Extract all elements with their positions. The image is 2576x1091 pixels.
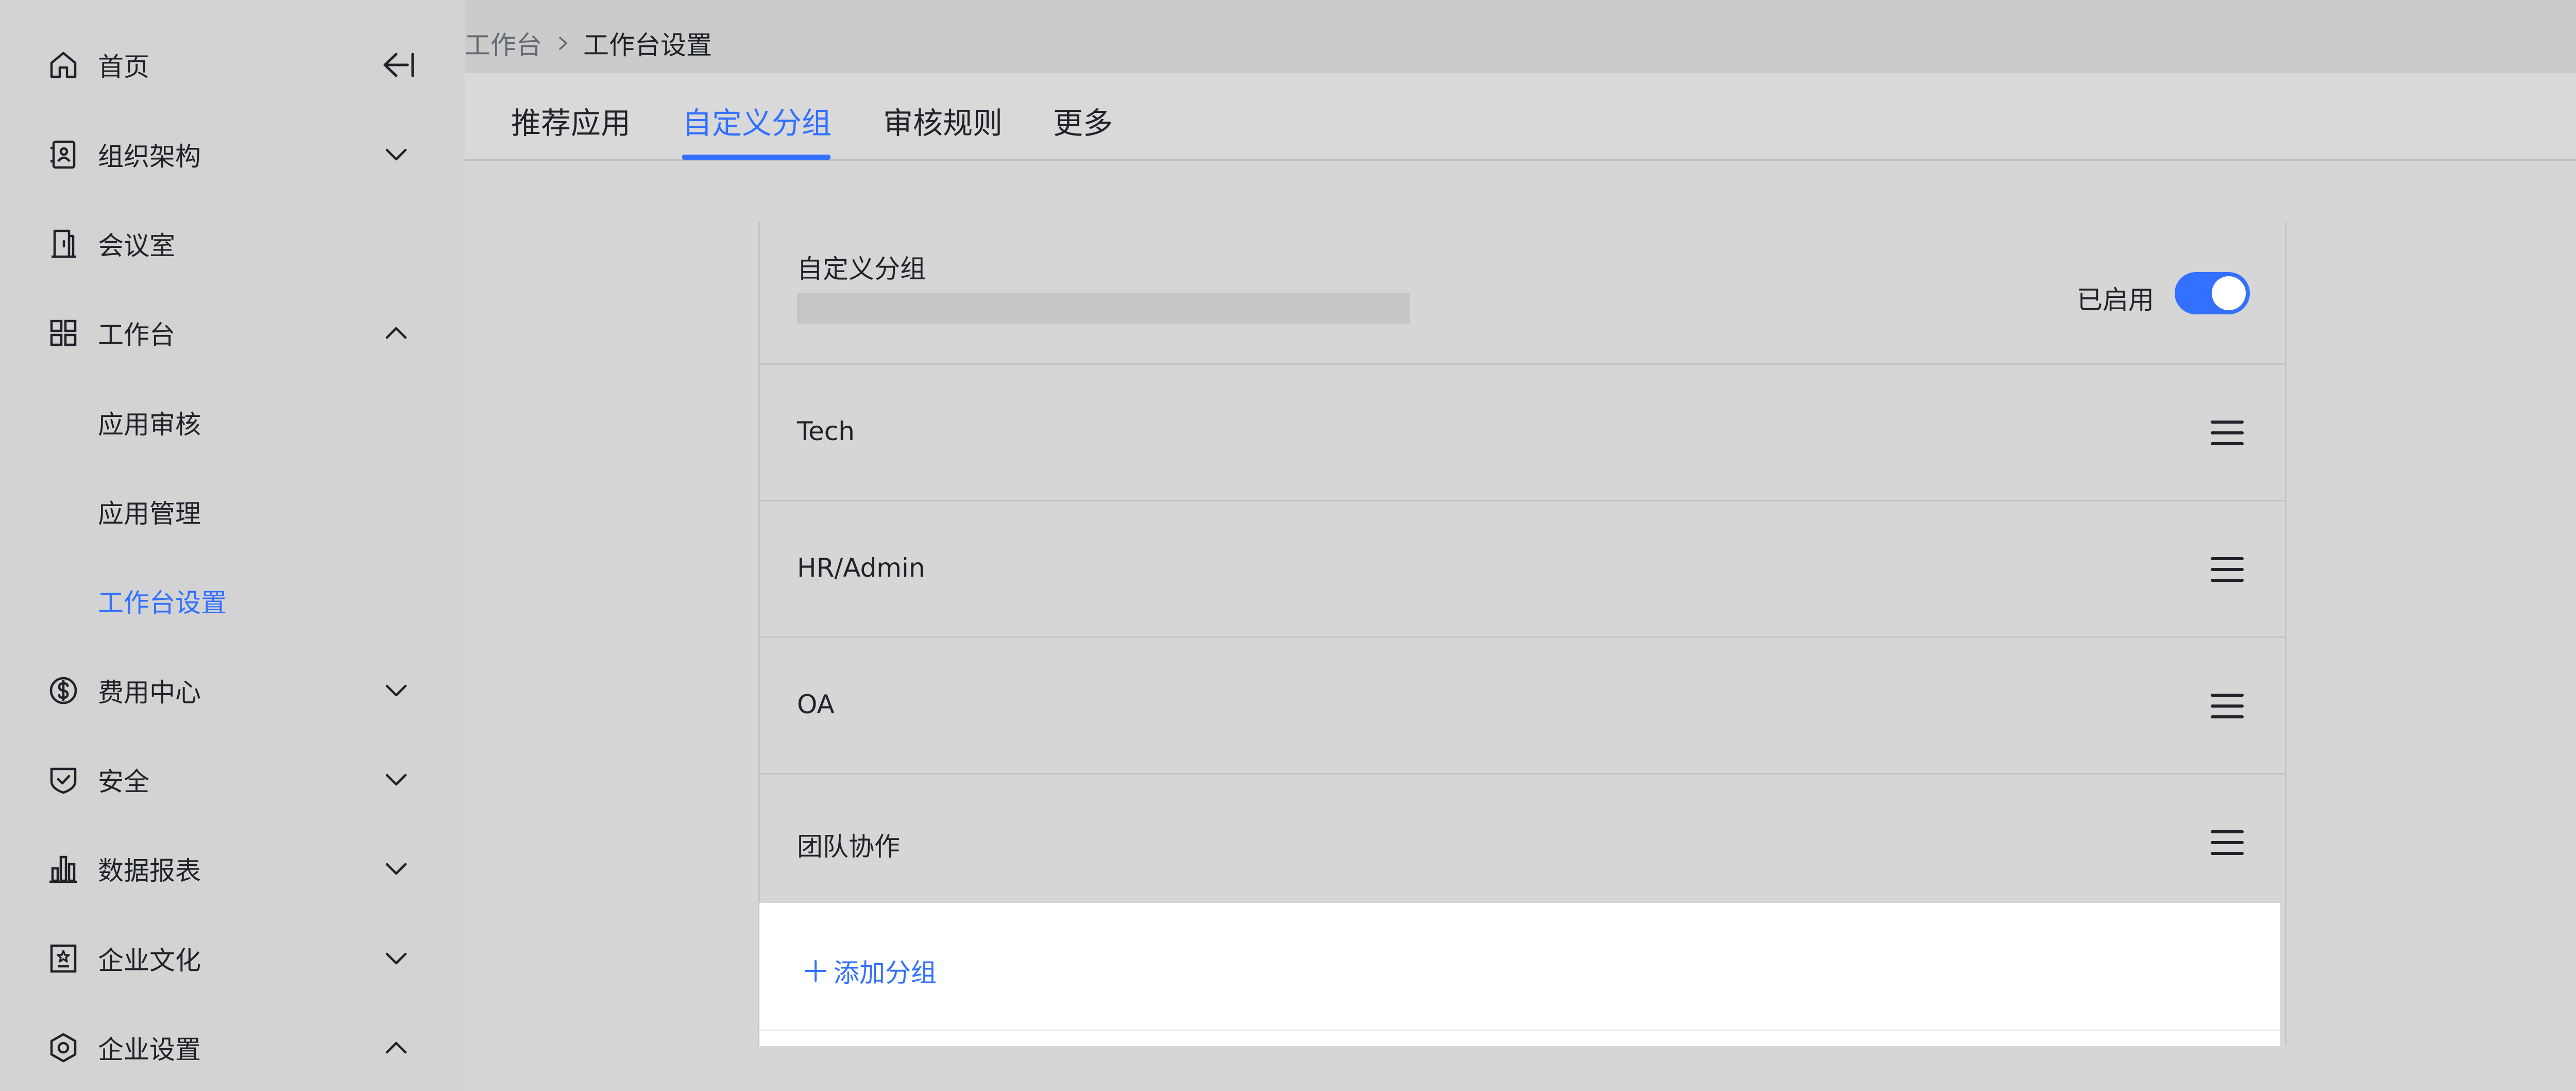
sidebar-item-label: 首页 — [98, 52, 149, 82]
sidebar-item-workbench-settings[interactable]: 工作台设置 — [0, 570, 465, 632]
settings-hex-icon — [45, 1030, 81, 1066]
sidebar-item-meeting-room[interactable]: 会议室 — [0, 213, 465, 275]
plus-icon — [805, 960, 826, 982]
group-name: HR/Admin — [797, 553, 925, 583]
sidebar-item-label: 企业文化 — [98, 946, 201, 976]
chevron-right-icon — [552, 33, 573, 54]
sidebar: 首页 组织架构 会议室 工作台 应用审核 应用管理 工作台设置 费用中心 安全 … — [0, 0, 465, 1091]
workbench-icon — [45, 315, 81, 351]
shield-icon — [45, 762, 81, 798]
breadcrumb-current: 工作台设置 — [583, 30, 712, 60]
add-group-area: 添加分组 — [759, 903, 2280, 1046]
bar-chart-icon — [45, 851, 81, 887]
sidebar-item-app-management[interactable]: 应用管理 — [0, 481, 465, 543]
sidebar-item-label: 安全 — [98, 767, 149, 797]
group-name: Tech — [797, 416, 855, 446]
sidebar-item-label: 数据报表 — [98, 856, 201, 886]
drag-handle-icon[interactable] — [2209, 687, 2246, 725]
sidebar-item-label: 费用中心 — [98, 678, 201, 708]
group-name: OA — [797, 690, 835, 719]
sidebar-item-data-reports[interactable]: 数据报表 — [0, 838, 465, 900]
add-group-button[interactable]: 添加分组 — [804, 952, 937, 989]
sidebar-item-culture[interactable]: 企业文化 — [0, 928, 465, 989]
breadcrumb-root-link[interactable]: 工作台 — [465, 25, 542, 62]
sidebar-item-app-review[interactable]: 应用审核 — [0, 392, 465, 454]
chevron-up-icon — [380, 1032, 412, 1064]
sidebar-item-label: 工作台设置 — [98, 588, 227, 618]
sidebar-item-security[interactable]: 安全 — [0, 749, 465, 811]
chevron-down-icon — [380, 139, 412, 171]
sidebar-item-workbench[interactable]: 工作台 — [0, 302, 465, 364]
sidebar-item-label: 应用管理 — [98, 499, 201, 529]
tab-more[interactable]: 更多 — [1053, 99, 1113, 142]
breadcrumb: 工作台 工作台设置 — [465, 25, 712, 62]
org-icon — [45, 137, 81, 173]
description-placeholder — [797, 293, 1410, 324]
group-row[interactable]: OA — [760, 638, 2285, 775]
tab-review-rules[interactable]: 审核规则 — [883, 99, 1003, 142]
card-title: 自定义分组 — [797, 254, 926, 284]
chevron-up-icon — [380, 317, 412, 349]
group-row[interactable]: Tech — [760, 365, 2285, 501]
home-icon — [45, 47, 81, 83]
meeting-room-icon — [45, 226, 81, 262]
group-row[interactable]: 团队协作 — [760, 775, 2285, 911]
chevron-down-icon — [380, 853, 412, 885]
tab-bar: 推荐应用 自定义分组 审核规则 更多 — [465, 73, 2576, 161]
group-row[interactable]: HR/Admin — [760, 501, 2285, 638]
sidebar-item-home[interactable]: 首页 — [0, 34, 465, 96]
enable-toggle[interactable] — [2175, 272, 2250, 314]
culture-icon — [45, 941, 81, 977]
sidebar-item-label: 应用审核 — [98, 410, 201, 440]
card-header: 自定义分组 已启用 — [760, 222, 2285, 365]
toggle-knob — [2212, 276, 2246, 310]
drag-handle-icon[interactable] — [2209, 551, 2246, 588]
active-tab-indicator — [682, 155, 831, 160]
sidebar-item-label: 会议室 — [98, 231, 175, 261]
dollar-icon — [45, 673, 81, 709]
sidebar-item-label: 组织架构 — [98, 142, 201, 172]
sidebar-item-billing[interactable]: 费用中心 — [0, 660, 465, 721]
tab-recommended-apps[interactable]: 推荐应用 — [511, 99, 631, 142]
sidebar-item-label: 工作台 — [98, 320, 175, 350]
chevron-down-icon — [380, 675, 412, 707]
chevron-down-icon — [380, 764, 412, 796]
sidebar-item-enterprise-settings[interactable]: 企业设置 — [0, 1017, 465, 1079]
divider — [759, 1030, 2280, 1031]
sidebar-item-org[interactable]: 组织架构 — [0, 124, 465, 186]
sidebar-item-label: 企业设置 — [98, 1035, 201, 1065]
drag-handle-icon[interactable] — [2209, 414, 2246, 451]
tab-custom-groups[interactable]: 自定义分组 — [682, 99, 832, 142]
group-name: 团队协作 — [797, 832, 900, 862]
chevron-down-icon — [380, 943, 412, 975]
drag-handle-icon[interactable] — [2209, 824, 2246, 861]
add-group-label: 添加分组 — [834, 958, 937, 988]
top-bar — [465, 0, 2576, 73]
switch-status-label: 已启用 — [2077, 285, 2154, 315]
